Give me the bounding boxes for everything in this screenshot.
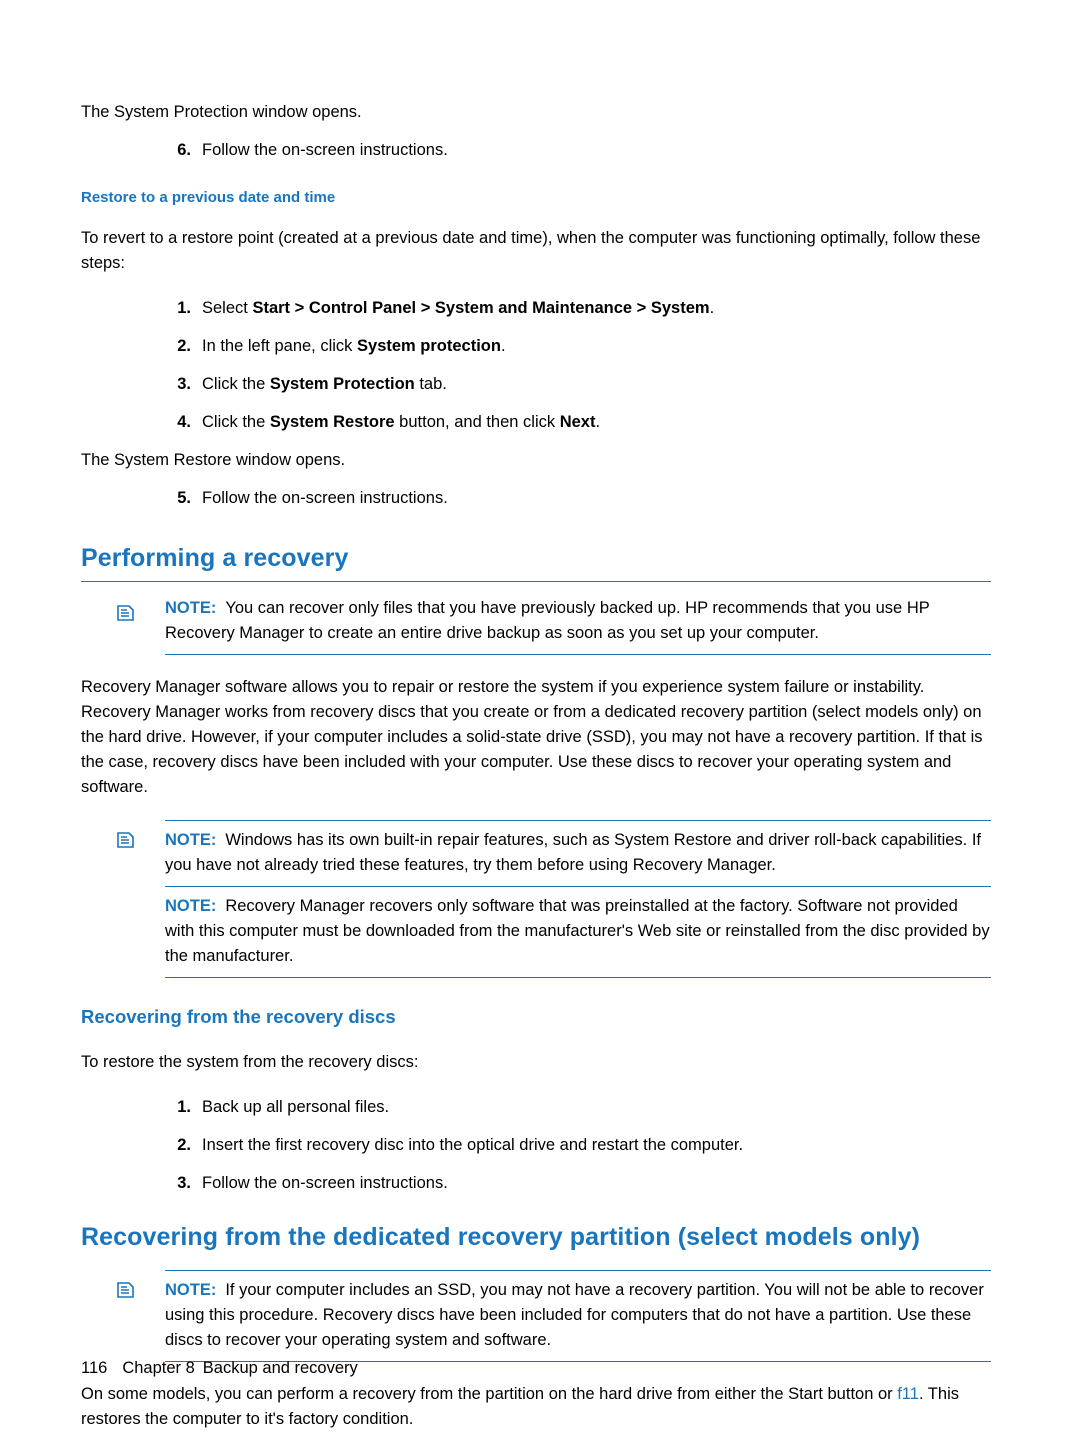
- list-number: 2.: [177, 1136, 191, 1154]
- note-icon: [116, 1281, 136, 1299]
- restore-heading: Restore to a previous date and time: [81, 189, 336, 206]
- footer-chapter-label: Chapter 8: [122, 1359, 195, 1377]
- f11-link[interactable]: f11: [897, 1385, 919, 1403]
- step-text-bold: System Protection: [269, 375, 415, 393]
- page-content: The System Protection window opens. 6. F…: [81, 100, 991, 1432]
- list-number: 3.: [177, 1174, 191, 1192]
- list-item: 5. Follow the on-screen instructions.: [165, 486, 991, 511]
- list-item: 2. Insert the first recovery disc into t…: [165, 1133, 991, 1158]
- list-text: Back up all personal files.: [202, 1098, 390, 1116]
- recovering-discs-intro: To restore the system from the recovery …: [81, 1053, 419, 1071]
- note-label: NOTE:: [165, 1281, 217, 1299]
- step-text-bold2: Next: [559, 413, 596, 431]
- list-text: Click the System Protection tab.: [202, 372, 991, 397]
- step-text-post: .: [709, 299, 715, 317]
- step-text-bold: System protection: [357, 337, 501, 355]
- note-block: NOTE: Recovery Manager recovers only soft…: [165, 887, 991, 978]
- system-protection-opens-text: The System Protection window opens.: [81, 103, 362, 121]
- list-item: 6. Follow the on-screen instructions.: [165, 138, 991, 163]
- step-text-bold: System Restore: [269, 413, 395, 431]
- note-block: NOTE: If your computer includes an SSD, y…: [117, 1270, 991, 1362]
- note-icon: [116, 831, 136, 849]
- note-label: NOTE:: [165, 599, 217, 617]
- step-text-pre: Click the: [202, 375, 270, 393]
- restore-intro-text: To revert to a restore point (created at…: [81, 229, 981, 272]
- note-block: NOTE: You can recover only files that you…: [117, 594, 991, 655]
- list-item: 3. Follow the on-screen instructions.: [165, 1171, 991, 1196]
- recovering-from-discs-heading: Recovering from the recovery discs: [81, 1006, 396, 1027]
- note-text: Recovery Manager recovers only software …: [165, 897, 990, 965]
- note-label: NOTE:: [165, 897, 217, 915]
- note-text: Windows has its own built-in repair feat…: [165, 831, 981, 874]
- step-text-pre: In the left pane, click: [202, 337, 358, 355]
- note-text: You can recover only files that you have…: [165, 599, 930, 642]
- list-item: 2. In the left pane, click System protec…: [165, 334, 991, 359]
- performing-a-recovery-heading: Performing a recovery: [81, 544, 991, 582]
- list-text: Follow the on-screen instructions.: [202, 1174, 448, 1192]
- footer-page-number: 116: [81, 1359, 108, 1377]
- list-item: 4. Click the System Restore button, and …: [165, 410, 991, 435]
- list-text: Follow the on-screen instructions.: [202, 489, 448, 507]
- list-text: Insert the first recovery disc into the …: [202, 1136, 744, 1154]
- step-text-mid: button, and then click: [394, 413, 560, 431]
- list-text: Follow the on-screen instructions.: [202, 141, 448, 159]
- list-number: 3.: [177, 375, 191, 393]
- page-footer: 116 Chapter 8 Backup and recovery: [81, 1357, 358, 1379]
- note-text: If your computer includes an SSD, you ma…: [165, 1281, 984, 1349]
- list-number: 1.: [177, 1098, 191, 1116]
- partition-recovery-paragraph: On some models, you can perform a recove…: [81, 1382, 991, 1432]
- list-number: 6.: [177, 141, 191, 159]
- list-number: 5.: [177, 489, 191, 507]
- list-number: 2.: [177, 337, 191, 355]
- list-item: 1. Select Start > Control Panel > System…: [165, 296, 991, 321]
- paragraph-pre: On some models, you can perform a recove…: [81, 1385, 898, 1403]
- step-text-post: tab.: [414, 375, 447, 393]
- recovering-from-partition-heading: Recovering from the dedicated recovery p…: [81, 1223, 921, 1251]
- step-text-pre: Select: [202, 299, 253, 317]
- list-text: In the left pane, click System protectio…: [202, 334, 991, 359]
- step-text-pre: Click the: [202, 413, 270, 431]
- note-icon: [116, 604, 136, 622]
- step-text-post: .: [595, 413, 601, 431]
- document-page: The System Protection window opens. 6. F…: [0, 0, 1080, 1437]
- note-block: NOTE: Windows has its own built-in repair…: [117, 820, 991, 887]
- list-number: 4.: [177, 413, 191, 431]
- note-label: NOTE:: [165, 831, 217, 849]
- list-text: Select Start > Control Panel > System an…: [202, 296, 991, 321]
- recovery-manager-paragraph: Recovery Manager software allows you to …: [81, 678, 983, 796]
- step-text-bold: Start > Control Panel > System and Maint…: [252, 299, 710, 317]
- list-item: 3. Click the System Protection tab.: [165, 372, 991, 397]
- list-text: Click the System Restore button, and the…: [202, 410, 991, 435]
- system-restore-opens-text: The System Restore window opens.: [81, 451, 346, 469]
- footer-chapter-title: Backup and recovery: [202, 1359, 358, 1377]
- step-text-post: .: [500, 337, 506, 355]
- list-number: 1.: [177, 299, 191, 317]
- list-item: 1. Back up all personal files.: [165, 1095, 991, 1120]
